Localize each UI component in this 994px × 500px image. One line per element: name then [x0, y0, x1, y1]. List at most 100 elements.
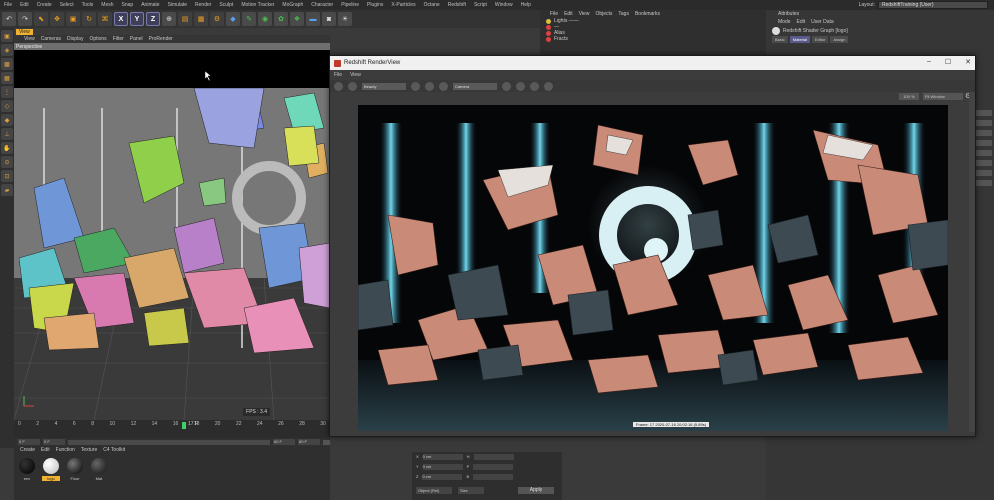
crop-icon[interactable] [439, 81, 448, 91]
tab-assign[interactable]: Assign [830, 36, 849, 43]
polygons-mode-icon[interactable]: ◆ [1, 114, 13, 126]
menu-pipeline[interactable]: Pipeline [337, 2, 363, 8]
camera-dropdown[interactable]: Camera [453, 82, 497, 90]
rotate-icon[interactable]: ↻ [82, 12, 96, 26]
current-frame-marker[interactable] [182, 422, 186, 429]
tweak-mode-icon[interactable]: ✋ [1, 142, 13, 154]
coordinate-mode-dropdown[interactable]: Object (Rel) [416, 487, 452, 494]
side-field[interactable] [974, 170, 992, 176]
color-channel-icon[interactable] [411, 81, 420, 91]
mat-menu-edit[interactable]: Edit [41, 447, 50, 453]
compare-icon[interactable] [530, 81, 539, 91]
vp-menu-panel[interactable]: Panel [130, 36, 143, 42]
menu-help[interactable]: Help [517, 2, 535, 8]
workplane-icon[interactable]: ▦ [1, 72, 13, 84]
zoom-field[interactable]: 100 % [899, 93, 919, 100]
render-picture-viewer-icon[interactable]: ▦ [194, 12, 208, 26]
preview-end-field[interactable]: 60 F [273, 439, 295, 445]
object-row[interactable]: Fracts [540, 36, 766, 42]
vp-menu-prorender[interactable]: ProRender [149, 36, 173, 42]
vp-menu-cameras[interactable]: Cameras [41, 36, 61, 42]
renderview-scrollbar[interactable] [969, 92, 975, 432]
om-menu-objects[interactable]: Objects [595, 11, 612, 17]
size-mode-dropdown[interactable]: Size [458, 487, 484, 494]
side-field[interactable] [974, 120, 992, 126]
menu-octane[interactable]: Octane [420, 2, 444, 8]
axis-mode-icon[interactable]: ⊥ [1, 128, 13, 140]
apply-button[interactable]: Apply [518, 487, 554, 494]
region-render-icon[interactable] [425, 81, 434, 91]
deformer-icon[interactable]: ❖ [290, 12, 304, 26]
tab-basic[interactable]: Basic [772, 36, 788, 43]
history-icon[interactable] [544, 81, 553, 91]
vp-menu-filter[interactable]: Filter [113, 36, 124, 42]
snap-icon[interactable]: ⊙ [1, 156, 13, 168]
coordinate-system-icon[interactable]: ⊕ [162, 12, 176, 26]
menu-character[interactable]: Character [307, 2, 337, 8]
menu-snap[interactable]: Snap [118, 2, 138, 8]
b-rotation-field[interactable] [473, 474, 514, 480]
side-field[interactable] [974, 180, 992, 186]
tab-editor[interactable]: Editor [812, 36, 829, 43]
preview-range-slider[interactable] [68, 439, 270, 445]
h-rotation-field[interactable] [473, 454, 514, 460]
y-position-field[interactable]: 0 cm [422, 464, 463, 470]
material-env[interactable]: env [18, 458, 36, 481]
menu-x-particles[interactable]: X-Particles [387, 2, 419, 8]
side-field[interactable] [974, 140, 992, 146]
end-frame-field[interactable]: 60 F [298, 439, 320, 445]
locked-workplane-icon[interactable]: ⊡ [1, 170, 13, 182]
stop-render-icon[interactable] [348, 81, 357, 91]
redo-icon[interactable]: ↷ [18, 12, 32, 26]
side-field[interactable] [974, 160, 992, 166]
live-select-icon[interactable]: ⬉ [34, 12, 48, 26]
play-button[interactable] [323, 439, 330, 445]
menu-file[interactable]: File [0, 2, 16, 8]
start-render-icon[interactable] [334, 81, 343, 91]
renderview-titlebar[interactable]: Redshift RenderView – ☐ ✕ [330, 56, 975, 70]
rv-menu-view[interactable]: View [350, 72, 361, 78]
am-menu-edit[interactable]: Edit [797, 19, 806, 25]
preview-start-field[interactable]: 0 F [43, 439, 65, 445]
pen-icon[interactable]: ✎ [242, 12, 256, 26]
menu-mograph[interactable]: MoGraph [278, 2, 307, 8]
points-mode-icon[interactable]: ⋮ [1, 86, 13, 98]
menu-edit[interactable]: Edit [16, 2, 33, 8]
texture-mode-icon[interactable]: ▩ [1, 58, 13, 70]
vp-menu-display[interactable]: Display [67, 36, 83, 42]
material-mat[interactable]: Mat [90, 458, 108, 481]
am-menu-user-data[interactable]: User Data [811, 19, 834, 25]
move-icon[interactable]: ✥ [50, 12, 64, 26]
perspective-viewport[interactable]: View View Cameras Display Options Filter… [14, 28, 330, 420]
render-output-canvas[interactable]: Frame: 17 2020-07-16 20:02:16 (5.89s) [358, 105, 948, 431]
menu-plugins[interactable]: Plugins [363, 2, 387, 8]
menu-window[interactable]: Window [491, 2, 517, 8]
om-menu-view[interactable]: View [579, 11, 590, 17]
minimize-icon[interactable]: – [927, 58, 931, 66]
model-mode-icon[interactable]: ◈ [1, 44, 13, 56]
layout-dropdown[interactable]: RedshiftTraining (User) [878, 1, 988, 9]
x-position-field[interactable]: 0 cm [422, 454, 463, 460]
viewport-tab-view[interactable]: View [16, 28, 33, 35]
menu-sculpt[interactable]: Sculpt [215, 2, 237, 8]
menu-motion-tracker[interactable]: Motion Tracker [237, 2, 278, 8]
make-editable-icon[interactable]: ▣ [1, 30, 13, 42]
rv-menu-file[interactable]: File [334, 72, 342, 78]
side-field[interactable] [974, 130, 992, 136]
mat-menu-toolkit[interactable]: C4 Toolkit [103, 447, 125, 453]
aov-dropdown[interactable]: Beauty [362, 82, 406, 90]
side-field[interactable] [974, 110, 992, 116]
material-floor[interactable]: Floor [66, 458, 84, 481]
menu-create[interactable]: Create [33, 2, 56, 8]
start-frame-field[interactable]: 0 F [18, 439, 40, 445]
camera-icon[interactable]: ◙ [322, 12, 336, 26]
cube-icon[interactable]: ◆ [226, 12, 240, 26]
menu-simulate[interactable]: Simulate [164, 2, 191, 8]
maximize-icon[interactable]: ☐ [945, 58, 951, 66]
menu-script[interactable]: Script [470, 2, 491, 8]
p-rotation-field[interactable] [473, 464, 514, 470]
om-menu-bookmarks[interactable]: Bookmarks [635, 11, 660, 17]
menu-select[interactable]: Select [56, 2, 78, 8]
array-icon[interactable]: ✿ [274, 12, 288, 26]
z-position-field[interactable]: 0 cm [422, 474, 463, 480]
